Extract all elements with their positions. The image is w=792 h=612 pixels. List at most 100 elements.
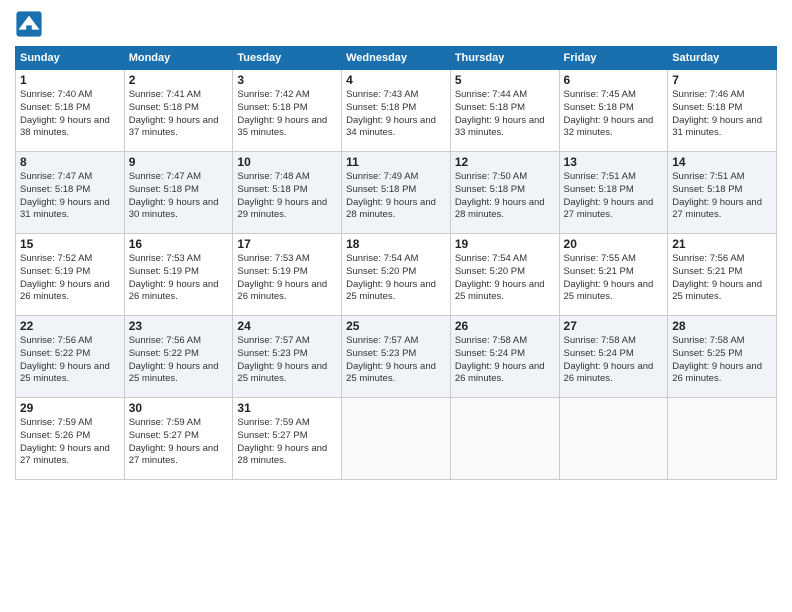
calendar-cell: 6 Sunrise: 7:45 AMSunset: 5:18 PMDayligh… [559,70,668,152]
day-number: 20 [564,237,664,251]
calendar-cell: 24 Sunrise: 7:57 AMSunset: 5:23 PMDaylig… [233,316,342,398]
day-number: 30 [129,401,229,415]
day-number: 14 [672,155,772,169]
calendar-week-4: 22 Sunrise: 7:56 AMSunset: 5:22 PMDaylig… [16,316,777,398]
calendar-week-2: 8 Sunrise: 7:47 AMSunset: 5:18 PMDayligh… [16,152,777,234]
calendar-cell: 31 Sunrise: 7:59 AMSunset: 5:27 PMDaylig… [233,398,342,480]
calendar-cell [342,398,451,480]
day-number: 5 [455,73,555,87]
day-number: 18 [346,237,446,251]
day-number: 17 [237,237,337,251]
day-number: 26 [455,319,555,333]
calendar-cell: 14 Sunrise: 7:51 AMSunset: 5:18 PMDaylig… [668,152,777,234]
day-info: Sunrise: 7:42 AMSunset: 5:18 PMDaylight:… [237,89,337,140]
calendar-cell: 7 Sunrise: 7:46 AMSunset: 5:18 PMDayligh… [668,70,777,152]
header [15,10,777,38]
day-info: Sunrise: 7:58 AMSunset: 5:24 PMDaylight:… [564,335,664,386]
calendar-cell: 19 Sunrise: 7:54 AMSunset: 5:20 PMDaylig… [450,234,559,316]
day-number: 15 [20,237,120,251]
calendar-cell: 12 Sunrise: 7:50 AMSunset: 5:18 PMDaylig… [450,152,559,234]
day-info: Sunrise: 7:58 AMSunset: 5:24 PMDaylight:… [455,335,555,386]
day-info: Sunrise: 7:47 AMSunset: 5:18 PMDaylight:… [129,171,229,222]
day-number: 9 [129,155,229,169]
day-info: Sunrise: 7:44 AMSunset: 5:18 PMDaylight:… [455,89,555,140]
day-number: 1 [20,73,120,87]
calendar-cell: 29 Sunrise: 7:59 AMSunset: 5:26 PMDaylig… [16,398,125,480]
day-number: 8 [20,155,120,169]
calendar-cell: 13 Sunrise: 7:51 AMSunset: 5:18 PMDaylig… [559,152,668,234]
calendar-cell: 4 Sunrise: 7:43 AMSunset: 5:18 PMDayligh… [342,70,451,152]
day-info: Sunrise: 7:40 AMSunset: 5:18 PMDaylight:… [20,89,120,140]
day-info: Sunrise: 7:45 AMSunset: 5:18 PMDaylight:… [564,89,664,140]
day-info: Sunrise: 7:56 AMSunset: 5:22 PMDaylight:… [20,335,120,386]
day-number: 7 [672,73,772,87]
day-info: Sunrise: 7:49 AMSunset: 5:18 PMDaylight:… [346,171,446,222]
calendar-cell: 11 Sunrise: 7:49 AMSunset: 5:18 PMDaylig… [342,152,451,234]
calendar-week-5: 29 Sunrise: 7:59 AMSunset: 5:26 PMDaylig… [16,398,777,480]
calendar-cell: 9 Sunrise: 7:47 AMSunset: 5:18 PMDayligh… [124,152,233,234]
day-number: 2 [129,73,229,87]
day-number: 13 [564,155,664,169]
day-number: 23 [129,319,229,333]
day-info: Sunrise: 7:56 AMSunset: 5:21 PMDaylight:… [672,253,772,304]
calendar-header-tuesday: Tuesday [233,47,342,70]
calendar-cell: 27 Sunrise: 7:58 AMSunset: 5:24 PMDaylig… [559,316,668,398]
calendar-header-wednesday: Wednesday [342,47,451,70]
day-info: Sunrise: 7:54 AMSunset: 5:20 PMDaylight:… [455,253,555,304]
day-number: 12 [455,155,555,169]
day-info: Sunrise: 7:55 AMSunset: 5:21 PMDaylight:… [564,253,664,304]
day-number: 25 [346,319,446,333]
calendar-cell: 18 Sunrise: 7:54 AMSunset: 5:20 PMDaylig… [342,234,451,316]
day-number: 29 [20,401,120,415]
day-info: Sunrise: 7:53 AMSunset: 5:19 PMDaylight:… [237,253,337,304]
calendar-cell [450,398,559,480]
calendar-week-3: 15 Sunrise: 7:52 AMSunset: 5:19 PMDaylig… [16,234,777,316]
logo [15,10,45,38]
day-info: Sunrise: 7:51 AMSunset: 5:18 PMDaylight:… [672,171,772,222]
day-info: Sunrise: 7:59 AMSunset: 5:27 PMDaylight:… [129,417,229,468]
logo-icon [15,10,43,38]
calendar-cell: 10 Sunrise: 7:48 AMSunset: 5:18 PMDaylig… [233,152,342,234]
day-number: 21 [672,237,772,251]
day-info: Sunrise: 7:47 AMSunset: 5:18 PMDaylight:… [20,171,120,222]
calendar-cell: 25 Sunrise: 7:57 AMSunset: 5:23 PMDaylig… [342,316,451,398]
calendar-header-thursday: Thursday [450,47,559,70]
calendar-cell: 8 Sunrise: 7:47 AMSunset: 5:18 PMDayligh… [16,152,125,234]
calendar-header-sunday: Sunday [16,47,125,70]
day-number: 11 [346,155,446,169]
calendar-cell: 26 Sunrise: 7:58 AMSunset: 5:24 PMDaylig… [450,316,559,398]
day-info: Sunrise: 7:46 AMSunset: 5:18 PMDaylight:… [672,89,772,140]
calendar-cell: 5 Sunrise: 7:44 AMSunset: 5:18 PMDayligh… [450,70,559,152]
calendar-cell: 1 Sunrise: 7:40 AMSunset: 5:18 PMDayligh… [16,70,125,152]
day-number: 6 [564,73,664,87]
day-info: Sunrise: 7:58 AMSunset: 5:25 PMDaylight:… [672,335,772,386]
day-info: Sunrise: 7:43 AMSunset: 5:18 PMDaylight:… [346,89,446,140]
calendar-cell: 3 Sunrise: 7:42 AMSunset: 5:18 PMDayligh… [233,70,342,152]
day-number: 31 [237,401,337,415]
calendar-cell: 17 Sunrise: 7:53 AMSunset: 5:19 PMDaylig… [233,234,342,316]
day-number: 19 [455,237,555,251]
day-number: 16 [129,237,229,251]
day-number: 10 [237,155,337,169]
day-info: Sunrise: 7:57 AMSunset: 5:23 PMDaylight:… [237,335,337,386]
page: SundayMondayTuesdayWednesdayThursdayFrid… [0,0,792,490]
calendar-cell: 22 Sunrise: 7:56 AMSunset: 5:22 PMDaylig… [16,316,125,398]
day-number: 28 [672,319,772,333]
day-info: Sunrise: 7:54 AMSunset: 5:20 PMDaylight:… [346,253,446,304]
calendar-cell [668,398,777,480]
day-info: Sunrise: 7:52 AMSunset: 5:19 PMDaylight:… [20,253,120,304]
calendar-cell: 21 Sunrise: 7:56 AMSunset: 5:21 PMDaylig… [668,234,777,316]
calendar-cell: 2 Sunrise: 7:41 AMSunset: 5:18 PMDayligh… [124,70,233,152]
calendar-header-saturday: Saturday [668,47,777,70]
day-info: Sunrise: 7:59 AMSunset: 5:27 PMDaylight:… [237,417,337,468]
day-info: Sunrise: 7:51 AMSunset: 5:18 PMDaylight:… [564,171,664,222]
calendar-cell: 23 Sunrise: 7:56 AMSunset: 5:22 PMDaylig… [124,316,233,398]
day-info: Sunrise: 7:41 AMSunset: 5:18 PMDaylight:… [129,89,229,140]
day-number: 24 [237,319,337,333]
calendar-week-1: 1 Sunrise: 7:40 AMSunset: 5:18 PMDayligh… [16,70,777,152]
calendar: SundayMondayTuesdayWednesdayThursdayFrid… [15,46,777,480]
calendar-body: 1 Sunrise: 7:40 AMSunset: 5:18 PMDayligh… [16,70,777,480]
day-info: Sunrise: 7:59 AMSunset: 5:26 PMDaylight:… [20,417,120,468]
calendar-cell [559,398,668,480]
day-info: Sunrise: 7:56 AMSunset: 5:22 PMDaylight:… [129,335,229,386]
